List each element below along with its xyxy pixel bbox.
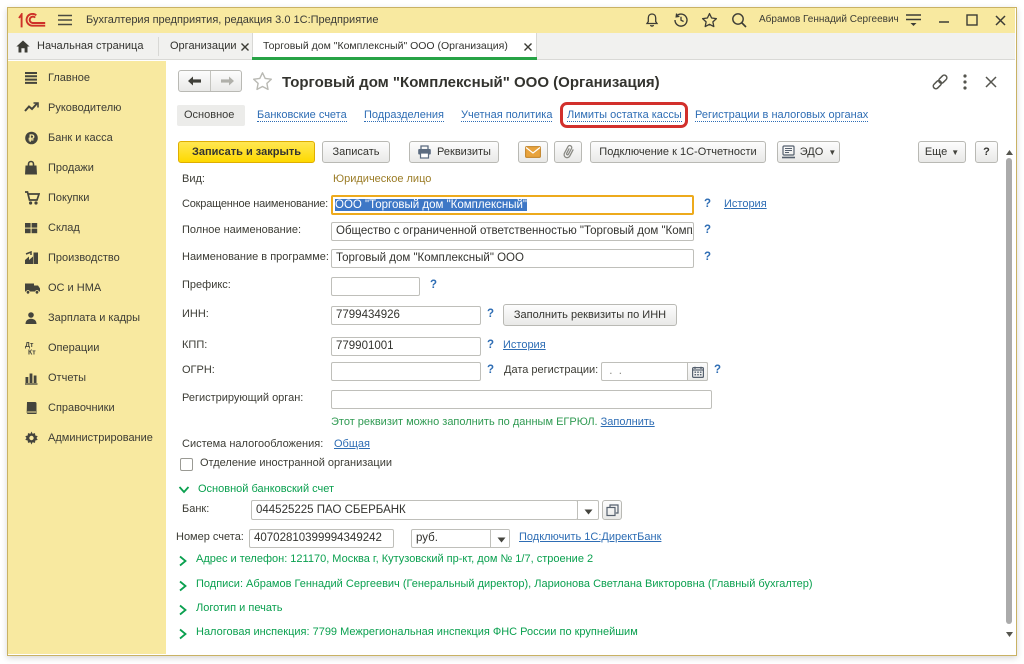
svg-text:Дт: Дт [25, 342, 34, 349]
svg-text:₽: ₽ [28, 134, 35, 145]
svg-text:Кт: Кт [28, 350, 36, 356]
